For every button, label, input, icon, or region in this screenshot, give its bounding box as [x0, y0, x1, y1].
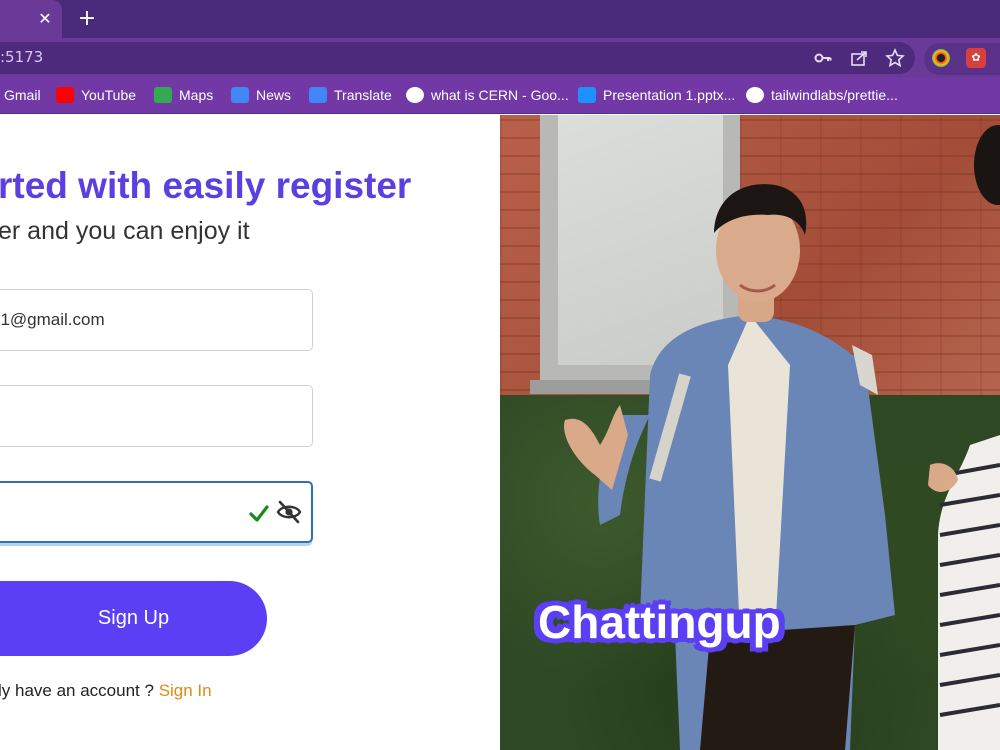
bookmark-google[interactable]: what is CERN - Goo...	[406, 78, 569, 112]
bookmark-label: Gmail	[4, 87, 41, 103]
password-field[interactable]	[0, 385, 313, 447]
github-icon	[746, 87, 764, 103]
bookmark-label: Translate	[334, 87, 392, 103]
bookmark-youtube[interactable]: YouTube	[56, 78, 136, 112]
bookmark-gmail[interactable]: Gmail	[4, 78, 41, 112]
active-tab[interactable]: ✕	[0, 0, 62, 38]
extensions-area: ✿	[924, 43, 1000, 75]
students-illustration	[564, 125, 1000, 750]
email-field[interactable]: 91@gmail.com	[0, 289, 313, 351]
bookmarks-bar: Gmail YouTube Maps News Translate what is CER…	[0, 78, 1000, 114]
translate-icon	[309, 87, 327, 103]
brand-logo: Chattingup	[538, 596, 781, 648]
sign-up-button[interactable]: Sign Up	[0, 581, 267, 656]
youtube-icon	[56, 87, 74, 103]
news-icon	[231, 87, 249, 103]
bookmark-label: News	[256, 87, 292, 103]
onedrive-icon	[578, 87, 596, 103]
signin-prompt: ly have an account ? Sign In	[0, 681, 212, 701]
bookmark-github[interactable]: tailwindlabs/prettie...	[746, 78, 898, 112]
bookmark-maps[interactable]: Maps	[154, 78, 213, 112]
browser-toolbar: :5173 ✿	[0, 38, 1000, 78]
signin-prefix: ly have an account ?	[0, 681, 154, 700]
url-text[interactable]: :5173	[0, 48, 43, 66]
tab-strip: ✕ +	[0, 0, 1000, 38]
bookmark-news[interactable]: News	[231, 78, 291, 112]
bookmark-translate[interactable]: Translate	[309, 78, 392, 112]
bookmark-label: Maps	[179, 87, 214, 103]
bookmark-label: Presentation 1.pptx...	[603, 87, 736, 103]
maps-icon	[154, 87, 172, 103]
bookmark-label: YouTube	[81, 87, 137, 103]
address-bar[interactable]: :5173	[0, 42, 915, 74]
bookmark-label: tailwindlabs/prettie...	[771, 87, 898, 103]
confirm-password-field[interactable]	[0, 481, 313, 543]
bug-extension-icon[interactable]: ✿	[966, 48, 986, 68]
google-icon	[406, 87, 424, 103]
eye-off-icon[interactable]	[276, 499, 302, 525]
check-icon	[249, 505, 269, 522]
email-value: 91@gmail.com	[0, 310, 105, 329]
share-icon[interactable]	[848, 48, 870, 70]
bookmark-onedrive[interactable]: Presentation 1.pptx...	[578, 78, 735, 112]
page-title: rted with easily register	[0, 165, 412, 206]
key-icon[interactable]	[812, 48, 834, 70]
register-form-panel: rted with easily register er and you can…	[0, 115, 500, 750]
tab-close-icon[interactable]: ✕	[36, 8, 54, 30]
hero-photo: Chattingup	[500, 115, 1000, 750]
page-subtitle: er and you can enjoy it	[0, 217, 250, 245]
new-tab-button[interactable]: +	[76, 6, 98, 32]
color-picker-extension-icon[interactable]	[932, 49, 950, 67]
bookmark-star-icon[interactable]	[884, 48, 906, 70]
bookmark-label: what is CERN - Goo...	[431, 87, 569, 103]
sign-in-link[interactable]: Sign In	[159, 681, 212, 700]
